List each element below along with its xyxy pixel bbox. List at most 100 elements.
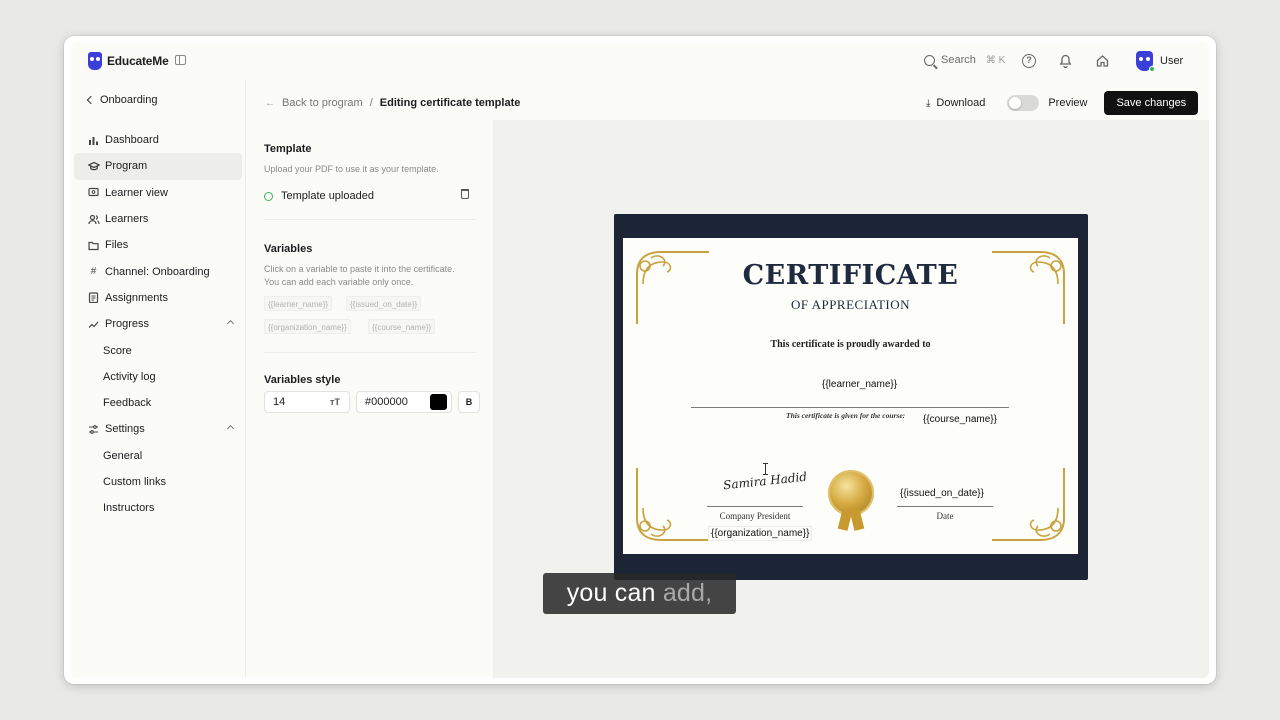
hash-icon: # [90,266,97,278]
sidebar-item-progress[interactable]: Progress [74,311,242,337]
trash-icon[interactable] [461,189,469,199]
sidebar-item-activity-log[interactable]: Activity log [74,364,242,390]
sidebar-item-settings[interactable]: Settings [74,416,242,442]
sidebar: Onboarding Dashboard Program Learner vie… [71,80,246,678]
organization-name-variable[interactable]: {{organization_name}} [708,526,813,541]
company-president-label: Company President [719,511,791,521]
font-size-value[interactable]: 14 [265,396,321,408]
video-caption: you can add, [543,573,736,614]
home-icon[interactable] [1095,54,1109,68]
sidebar-item-score[interactable]: Score [74,337,242,363]
sidebar-item-channel-onboarding[interactable]: # Channel: Onboarding [74,258,242,284]
sidebar-item-label: Assignments [105,291,168,304]
sidebar-nav: Dashboard Program Learner view Learners … [74,127,242,521]
caption-text-dim: add, [662,579,713,607]
sidebar-item-label: Instructors [103,502,155,515]
gold-seal-icon [828,470,874,531]
save-changes-button[interactable]: Save changes [1104,91,1199,115]
sidebar-item-custom-links[interactable]: Custom links [74,469,242,495]
back-to-program-link[interactable]: Back to program [282,97,363,109]
user-label[interactable]: User [1160,55,1183,67]
bell-icon[interactable] [1058,54,1072,69]
logo[interactable]: EducateMe [88,52,169,70]
search-button[interactable]: Search ⌘ K [924,54,1005,66]
variable-chip-learner-name[interactable]: {{learner_name}} [264,296,333,311]
top-bar: EducateMe Search ⌘ K ? User [71,42,1209,80]
sidebar-back-onboarding[interactable]: Onboarding [86,94,158,106]
variables-style-row: 14 тT #000000 B [264,391,480,413]
color-field[interactable]: #000000 [356,391,452,413]
sidebar-item-files[interactable]: Files [74,232,242,258]
text-size-icon[interactable]: тT [321,397,349,407]
sidebar-item-label: Feedback [103,397,152,410]
chevron-up-icon[interactable] [226,425,235,433]
download-label: Download [936,97,986,109]
variables-section-title: Variables [264,243,313,255]
bar-chart-icon [88,135,99,146]
preview-toggle[interactable] [1007,95,1040,111]
sidebar-toggle-icon[interactable] [175,55,186,65]
chevron-left-icon [86,95,96,105]
issued-on-date-variable[interactable]: {{issued_on_date}} [900,488,984,499]
learner-name-variable[interactable]: {{learner_name}} [822,379,897,390]
certificate-subtitle: OF APPRECIATION [790,297,911,312]
variable-chip-organization-name[interactable]: {{organization_name}} [264,319,351,334]
font-size-field[interactable]: 14 тT [264,391,350,413]
sidebar-item-label: Dashboard [105,134,159,147]
color-swatch[interactable] [430,394,447,410]
graduation-cap-icon [87,161,101,172]
sidebar-item-label: Score [103,344,132,357]
color-value[interactable]: #000000 [365,396,408,408]
sliders-icon [88,424,99,435]
certificate-title: CERTIFICATE [742,260,959,291]
sidebar-item-learners[interactable]: Learners [74,206,242,232]
chevron-up-icon[interactable] [226,320,235,328]
course-name-variable[interactable]: {{course_name}} [923,414,997,425]
sidebar-item-dashboard[interactable]: Dashboard [74,127,242,153]
variables-hint-2: You can add each variable only once. [264,277,414,287]
search-icon [924,54,935,66]
help-icon[interactable]: ? [1022,54,1036,68]
variable-chip-issued-on-date[interactable]: {{issued_on_date}} [346,296,422,311]
sidebar-item-label: Activity log [103,370,156,383]
sidebar-item-label: Channel: Onboarding [105,265,210,278]
sidebar-item-label: Learners [105,213,149,226]
signature-line [707,506,803,507]
check-circle-icon [264,191,273,201]
certificate-awarded-text: This certificate is proudly awarded to [770,339,931,350]
sidebar-item-feedback[interactable]: Feedback [74,390,242,416]
sidebar-item-label: General [103,449,143,462]
folder-icon [88,240,99,251]
sidebar-item-assignments[interactable]: Assignments [74,285,242,311]
breadcrumb: ← Back to program / Editing certificate … [265,97,520,109]
sidebar-item-instructors[interactable]: Instructors [74,495,242,521]
search-label: Search [941,54,976,66]
divider [264,219,476,220]
sidebar-item-general[interactable]: General [74,443,242,469]
sidebar-item-label: Custom links [103,476,166,488]
logo-text: EducateMe [107,54,169,68]
avatar[interactable] [1136,51,1155,72]
sidebar-item-learner-view[interactable]: Learner view [74,180,242,206]
bold-button[interactable]: B [458,391,480,413]
users-icon [88,214,100,225]
name-underline [691,407,1009,408]
template-uploaded-row: Template uploaded [264,189,474,202]
template-hint: Upload your PDF to use it as your templa… [264,164,439,174]
sidebar-item-label: Settings [105,423,145,436]
corner-ornament-icon [636,468,709,541]
arrow-left-icon[interactable]: ← [265,98,275,109]
divider [264,352,476,353]
download-button[interactable]: ⤓ Download [926,97,985,109]
template-section-title: Template [264,143,312,155]
variables-hint-1: Click on a variable to paste it into the… [264,264,455,274]
download-icon: ⤓ [926,97,931,109]
page-title: Editing certificate template [379,97,521,109]
signature-image: Samira Hadid [722,469,808,493]
date-line [897,506,993,507]
template-uploaded-label: Template uploaded [281,190,374,202]
certificate-frame: CERTIFICATE OF APPRECIATION This certifi… [614,214,1088,580]
variable-chip-course-name[interactable]: {{course_name}} [368,319,436,334]
caption-text: you can [566,579,663,607]
sidebar-item-program[interactable]: Program [74,153,242,180]
